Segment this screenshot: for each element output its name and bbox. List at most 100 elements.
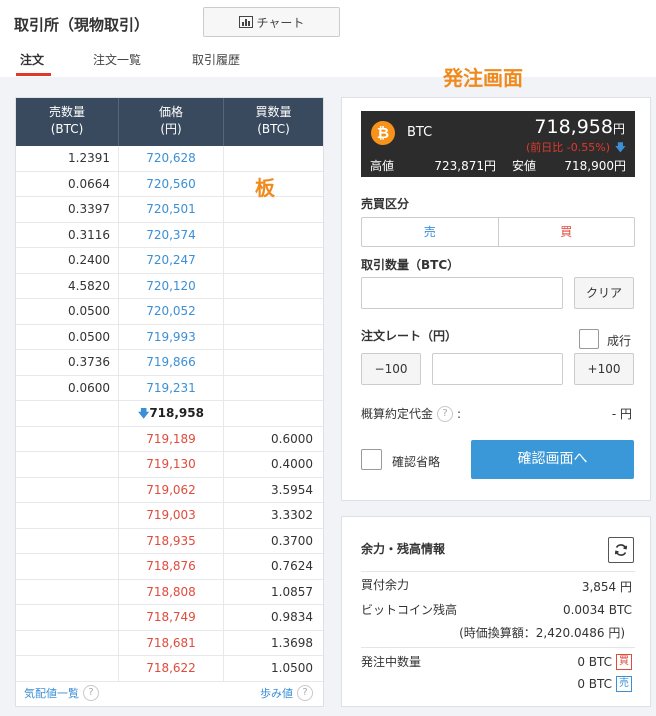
buy-qty-cell: [224, 248, 323, 273]
buy-qty-cell: 0.7624: [271, 559, 313, 573]
ask-row[interactable]: 0.0500 720,052: [16, 299, 323, 325]
bid-row[interactable]: 718,622 1.0500: [16, 656, 323, 682]
tab-trade-history[interactable]: 取引履歴: [192, 51, 240, 68]
side-label: 売買区分: [361, 197, 410, 211]
balance-title: 余力・残高情報: [361, 542, 446, 556]
bid-price-cell: 719,062: [119, 477, 224, 502]
bid-row[interactable]: 719,189 0.6000: [16, 426, 323, 452]
help-icon[interactable]: ?: [83, 685, 99, 701]
minus-100-button[interactable]: −100: [361, 353, 421, 385]
ask-row[interactable]: 0.0500 719,993: [16, 324, 323, 350]
buy-qty-cell: [224, 401, 323, 426]
sell-qty-cell: [16, 503, 119, 528]
sell-qty-header: 売数量 (BTC): [16, 98, 119, 146]
estimate-row: 概算約定代金 ? :: [361, 405, 462, 422]
bid-row[interactable]: 718,808 1.0857: [16, 579, 323, 605]
sell-qty-cell: 0.0500: [16, 299, 119, 324]
clear-button[interactable]: クリア: [574, 277, 634, 309]
sell-qty-cell: [16, 656, 119, 681]
bid-row[interactable]: 719,062 3.5954: [16, 477, 323, 503]
bid-price-cell: 719,003: [119, 503, 224, 528]
sell-qty-cell: [16, 579, 119, 604]
last-price-cell: 🡇718,958: [119, 401, 224, 426]
bid-price-cell: 718,681: [119, 630, 224, 655]
low-value: 718,900円: [564, 159, 626, 173]
rate-input[interactable]: [432, 353, 563, 385]
tab-order-list[interactable]: 注文一覧: [93, 51, 141, 68]
ask-row[interactable]: 0.0600 719,231: [16, 375, 323, 401]
ask-row[interactable]: 4.5820 720,120: [16, 273, 323, 299]
buy-qty-cell: [224, 146, 323, 171]
ask-row[interactable]: 0.3397 720,501: [16, 197, 323, 223]
exchange-screen: 取引所（現物取引） チャート 注文 注文一覧 取引履歴 発注画面 板 売数量 (B…: [0, 0, 656, 716]
sell-qty-cell: [16, 426, 119, 451]
last-price-value: 718,958: [149, 406, 204, 420]
help-icon[interactable]: ?: [437, 405, 454, 422]
confirm-button[interactable]: 確認画面へ: [471, 440, 634, 479]
bid-row[interactable]: 719,003 3.3302: [16, 503, 323, 529]
buy-qty-cell: [224, 350, 323, 375]
bid-row[interactable]: 718,749 0.9834: [16, 605, 323, 631]
buy-qty-cell: 0.3700: [271, 533, 313, 548]
last-price-row[interactable]: 🡇718,958: [16, 401, 323, 427]
quote-list-link[interactable]: 気配値一覧 ?: [24, 685, 99, 701]
bar-chart-icon: [238, 16, 253, 28]
high-value: 723,871円: [434, 159, 496, 173]
bid-price-cell: 718,808: [119, 579, 224, 604]
trade-ticks-link[interactable]: 歩み値 ?: [260, 685, 313, 701]
ask-price-cell: 720,120: [119, 273, 224, 298]
ask-row[interactable]: 0.3116 720,374: [16, 222, 323, 248]
quantity-input[interactable]: [361, 277, 563, 309]
ticker-box: ₿ BTC 718,958円 (前日比 -0.55%) 🡇 高値 723,871…: [361, 111, 635, 177]
market-order-label: 成行: [607, 334, 632, 348]
skip-confirm-checkbox[interactable]: [361, 449, 382, 470]
balance-panel: 余力・残高情報 買付余力 3,854 円 ビットコイン残高 0.0034 BTC…: [341, 516, 651, 707]
sell-qty-cell: 0.0600: [16, 375, 119, 400]
bid-price-cell: 718,749: [119, 605, 224, 630]
low-label: 安値: [511, 159, 536, 173]
order-screen-annotation: 発注画面: [443, 66, 523, 90]
bid-row[interactable]: 718,876 0.7624: [16, 554, 323, 580]
pending-buy-value: 0 BTC: [577, 655, 612, 669]
ask-price-cell: 720,374: [119, 222, 224, 247]
help-icon[interactable]: ?: [297, 685, 313, 701]
sell-qty-header-label: 売数量: [48, 105, 85, 119]
pending-label: 発注中数量: [361, 655, 422, 669]
pending-sell-row: 0 BTC 売: [577, 676, 632, 692]
trade-ticks-label: 歩み値: [260, 687, 293, 700]
buy-qty-cell: 1.0500: [271, 661, 313, 675]
sell-qty-cell: 0.0664: [16, 171, 119, 196]
buy-qty-cell: [224, 299, 323, 324]
ask-row[interactable]: 0.2400 720,247: [16, 248, 323, 274]
plus-100-button[interactable]: +100: [574, 353, 634, 385]
ask-row[interactable]: 1.2391 720,628: [16, 146, 323, 172]
ask-price-cell: 720,247: [119, 248, 224, 273]
sell-side-button[interactable]: 売: [362, 218, 499, 246]
ask-price-cell: 720,628: [119, 146, 224, 171]
bid-row[interactable]: 718,681 1.3698: [16, 630, 323, 656]
bid-row[interactable]: 719,130 0.4000: [16, 452, 323, 478]
buy-qty-cell: 0.4000: [271, 457, 313, 471]
arrow-down-icon: 🡇: [138, 407, 150, 420]
header: 取引所（現物取引） チャート 注文 注文一覧 取引履歴: [0, 0, 656, 77]
buy-qty-cell: 0.6000: [271, 431, 313, 446]
page-title: 取引所（現物取引）: [14, 16, 150, 34]
sell-qty-cell: 0.3736: [16, 350, 119, 375]
market-order-checkbox[interactable]: [579, 329, 599, 349]
ask-row[interactable]: 0.3736 719,866: [16, 350, 323, 376]
buy-power-value: 3,854 円: [581, 580, 632, 594]
chart-button[interactable]: チャート: [203, 7, 340, 37]
sell-qty-cell: [16, 605, 119, 630]
refresh-button[interactable]: [608, 537, 634, 563]
skip-confirm-label: 確認省略: [392, 455, 441, 469]
ask-price-cell: 720,501: [119, 197, 224, 222]
buy-side-button[interactable]: 買: [499, 218, 635, 246]
ticker-change: (前日比 -0.55%): [526, 141, 610, 154]
ticker-symbol: BTC: [407, 125, 433, 140]
bid-row[interactable]: 718,935 0.3700: [16, 528, 323, 554]
sell-qty-cell: [16, 452, 119, 477]
sell-qty-cell: 1.2391: [16, 146, 119, 171]
tab-order[interactable]: 注文: [20, 51, 44, 68]
ask-price-cell: 719,231: [119, 375, 224, 400]
ask-row[interactable]: 0.0664 720,560: [16, 171, 323, 197]
